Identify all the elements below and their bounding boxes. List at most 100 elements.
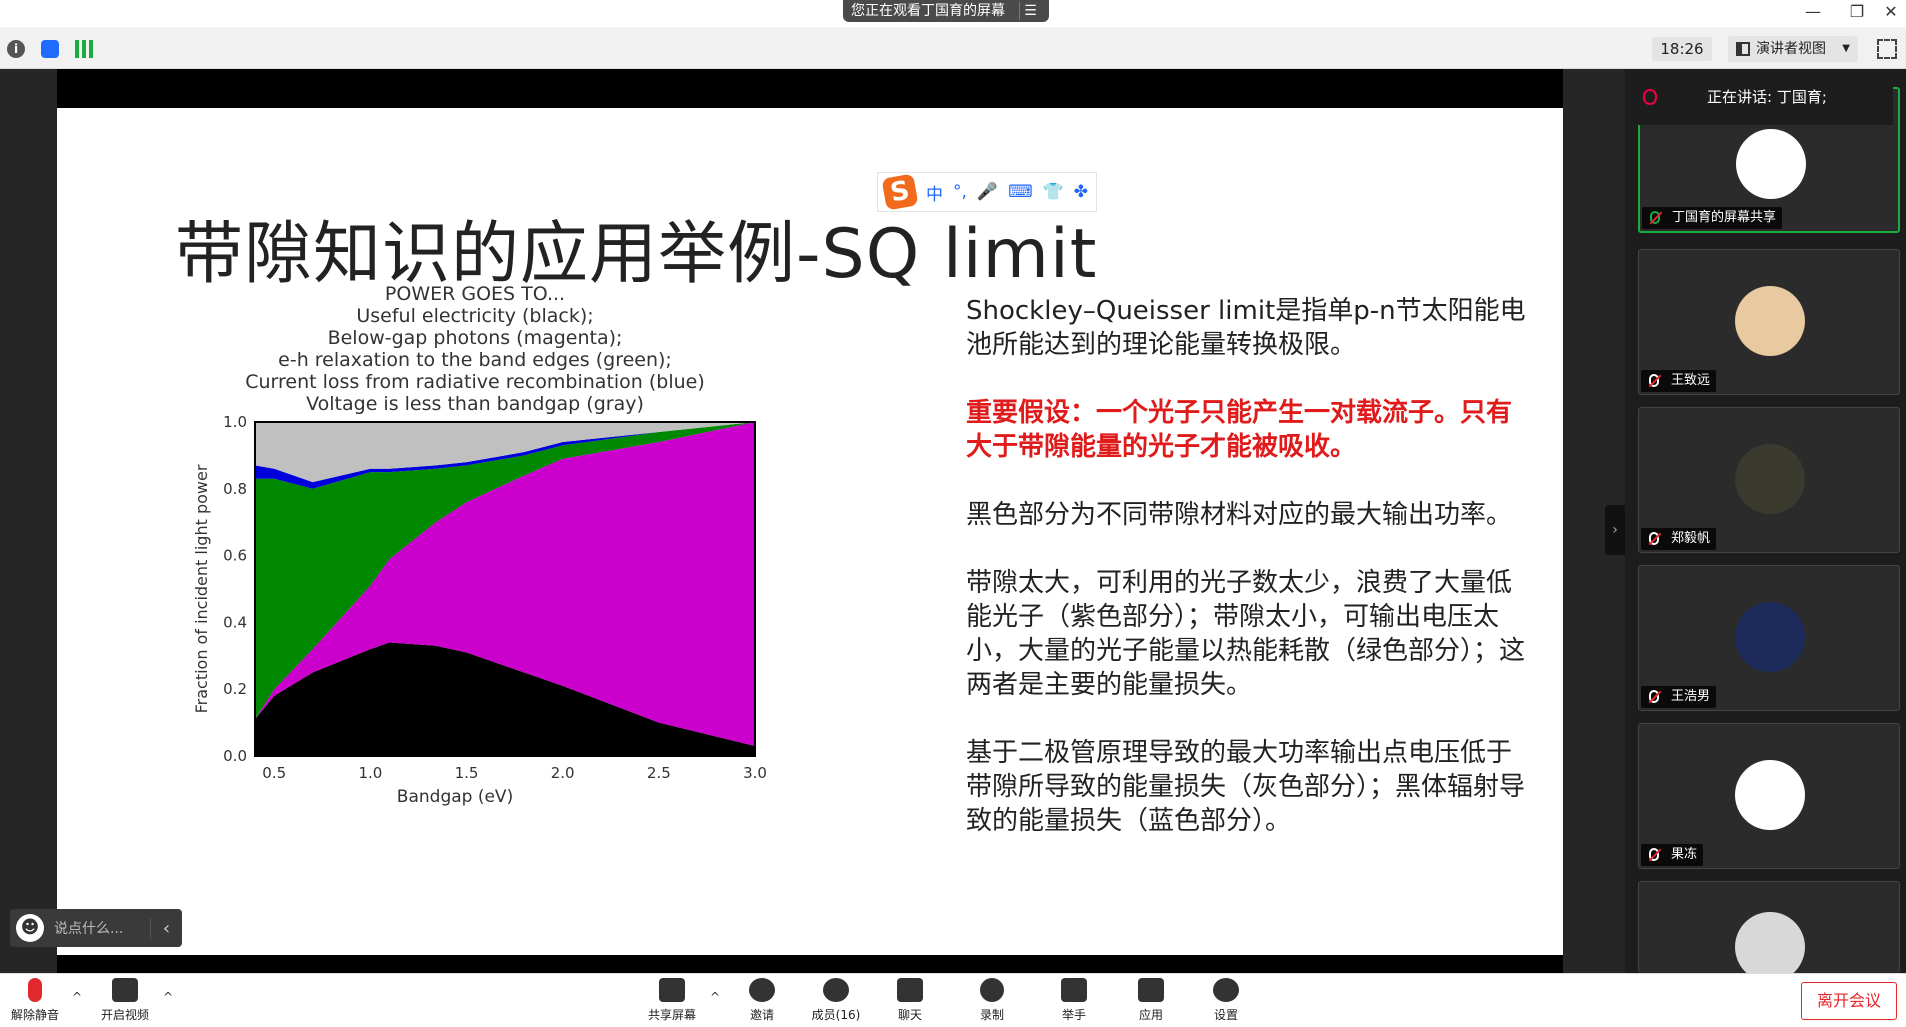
skin-icon[interactable]: 👕 — [1043, 182, 1064, 202]
start-video-label: 开启视频 — [100, 1008, 149, 1022]
y-tick-label: 0.8 — [223, 480, 247, 498]
title-bar: 您正在观看丁国育的屏幕 ☰ — ❐ ✕ — [0, 0, 1906, 27]
layout-icon — [1736, 42, 1750, 56]
meeting-window: 您正在观看丁国育的屏幕 ☰ — ❐ ✕ i 18:26 演讲者视图 ▼ 带隙知识… — [0, 0, 1906, 1027]
participant-tile[interactable] — [1638, 881, 1900, 982]
emoji-icon[interactable]: ☻ — [16, 914, 44, 942]
chevron-up-icon[interactable]: ^ — [72, 990, 82, 1004]
leave-meeting-button[interactable]: 离开会议 — [1801, 982, 1897, 1020]
settings-label: 设置 — [1213, 1008, 1238, 1022]
slide-text: Shockley–Queisser limit是指单p-n节太阳能电池所能达到的… — [966, 294, 1526, 872]
meeting-time: 18:26 — [1652, 37, 1712, 61]
keyboard-icon[interactable]: ⌨ — [1008, 182, 1033, 202]
share-screen-button[interactable]: 共享屏幕 — [637, 978, 707, 1023]
ime-toolbar[interactable]: S 中 °, 🎤 ⌨ 👕 ✤ — [877, 172, 1097, 212]
y-axis-label: Fraction of incident light power — [192, 464, 211, 713]
chevron-left-icon[interactable]: ‹ — [150, 917, 182, 939]
raise-hand-label: 举手 — [1061, 1008, 1086, 1022]
avatar — [1736, 129, 1806, 199]
hand-icon — [1061, 978, 1087, 1002]
members-label: 成员(16) — [811, 1008, 861, 1022]
avatar — [1735, 444, 1805, 514]
chart-title-line: Voltage is less than bandgap (gray) — [306, 393, 644, 415]
participant-tile[interactable]: 王致远 — [1638, 249, 1900, 395]
avatar — [1735, 602, 1805, 672]
chat-placeholder: 说点什么... — [54, 921, 124, 937]
participant-tile[interactable]: 王浩男 — [1638, 565, 1900, 711]
view-mode-label: 演讲者视图 — [1756, 41, 1826, 57]
participant-nametag: 郑毅帆 — [1641, 528, 1717, 550]
shared-screen: 带隙知识的应用举例-SQ limit S 中 °, 🎤 ⌨ 👕 ✤ POWER … — [0, 69, 1625, 973]
speaking-indicator: 正在讲话: 丁国育; — [1625, 69, 1893, 125]
bottom-toolbar: 解除静音 ^ 开启视频 ^ 共享屏幕 ^ 邀请 成员(16) 聊天 录制 举手 … — [0, 973, 1906, 1027]
record-label: 录制 — [979, 1008, 1004, 1022]
minimize-button[interactable]: — — [1802, 2, 1824, 24]
screen-share-icon — [1650, 211, 1660, 224]
chart-areas — [255, 422, 755, 756]
menu-icon[interactable]: ☰ — [1019, 2, 1041, 20]
ime-lang[interactable]: 中 — [926, 180, 943, 205]
y-tick-label: 0.0 — [223, 747, 247, 765]
invite-button[interactable]: 邀请 — [727, 978, 797, 1023]
ime-punct[interactable]: °, — [953, 182, 967, 202]
chat-button[interactable]: 聊天 — [875, 978, 945, 1023]
slide-paragraph-emphasis: 重要假设：一个光子只能产生一对载流子。只有大于带隙能量的光子才能被吸收。 — [966, 398, 1513, 462]
unmute-button[interactable]: 解除静音 — [0, 978, 70, 1023]
apps-icon — [1138, 978, 1164, 1002]
add-person-icon — [749, 978, 775, 1002]
chart-title-line: Useful electricity (black); — [356, 305, 593, 327]
x-tick-label: 3.0 — [743, 764, 767, 782]
slide-paragraph: Shockley–Queisser limit是指单p-n节太阳能电池所能达到的… — [966, 296, 1526, 360]
participants-panel: 正在讲话: 丁国育; 丁国育的屏幕共享 王致远 郑毅帆 王浩男 果冻 — [1625, 69, 1906, 982]
fullscreen-icon[interactable] — [1877, 39, 1897, 59]
apps-grid-icon[interactable]: ✤ — [1074, 182, 1088, 202]
record-icon — [980, 978, 1004, 1002]
chevron-up-icon[interactable]: ^ — [710, 990, 720, 1004]
avatar — [1735, 286, 1805, 356]
y-tick-label: 0.6 — [223, 547, 247, 565]
participant-name: 郑毅帆 — [1671, 531, 1711, 546]
panel-collapse-button[interactable]: › — [1605, 505, 1625, 555]
y-tick-label: 0.2 — [223, 680, 247, 698]
participant-tile[interactable]: 果冻 — [1638, 723, 1900, 869]
chart-title-line: Current loss from radiative recombinatio… — [245, 371, 705, 393]
microphone-muted-icon — [1649, 848, 1659, 861]
settings-button[interactable]: 设置 — [1191, 978, 1261, 1023]
members-button[interactable]: 成员(16) — [801, 978, 871, 1023]
chevron-up-icon[interactable]: ^ — [163, 990, 173, 1004]
raise-hand-button[interactable]: 举手 — [1039, 978, 1109, 1023]
slide-paragraph: 基于二极管原理导致的最大功率输出点电压低于带隙所导致的能量损失（灰色部分）；黑体… — [966, 738, 1526, 836]
participant-nametag: 丁国育的屏幕共享 — [1642, 207, 1783, 229]
chevron-down-icon: ▼ — [1842, 43, 1850, 54]
info-icon[interactable]: i — [7, 40, 25, 58]
close-button[interactable]: ✕ — [1880, 2, 1902, 24]
share-banner-text: 您正在观看丁国育的屏幕 — [851, 3, 1005, 19]
x-tick-label: 1.0 — [358, 764, 382, 782]
x-tick-label: 0.5 — [262, 764, 286, 782]
sogou-logo-icon: S — [881, 173, 919, 211]
y-tick-label: 0.4 — [223, 613, 247, 631]
participant-nametag: 王浩男 — [1641, 686, 1717, 708]
speaking-label: 正在讲话: 丁国育; — [1707, 88, 1827, 106]
record-button[interactable]: 录制 — [957, 978, 1027, 1023]
microphone-muted-icon — [28, 978, 42, 1002]
apps-button[interactable]: 应用 — [1116, 978, 1186, 1023]
sq-limit-chart: POWER GOES TO...Useful electricity (blac… — [192, 283, 767, 807]
slide-paragraph: 黑色部分为不同带隙材料对应的最大输出功率。 — [966, 500, 1513, 530]
signal-icon[interactable] — [75, 40, 93, 58]
participant-tile[interactable]: 郑毅帆 — [1638, 407, 1900, 553]
slide: 带隙知识的应用举例-SQ limit S 中 °, 🎤 ⌨ 👕 ✤ POWER … — [57, 108, 1563, 955]
chat-icon — [897, 978, 923, 1002]
view-mode-select[interactable]: 演讲者视图 ▼ — [1728, 36, 1858, 62]
chat-label: 聊天 — [897, 1008, 922, 1022]
restore-button[interactable]: ❐ — [1846, 2, 1868, 24]
start-video-button[interactable]: 开启视频 — [90, 978, 160, 1023]
chat-input[interactable]: ☻ 说点什么... ‹ — [10, 909, 182, 947]
shield-icon[interactable] — [41, 40, 59, 58]
avatar — [1735, 760, 1805, 830]
microphone-icon[interactable]: 🎤 — [977, 182, 998, 202]
share-banner[interactable]: 您正在观看丁国育的屏幕 ☰ — [843, 0, 1049, 22]
x-tick-label: 2.0 — [551, 764, 575, 782]
gear-icon — [1213, 978, 1239, 1002]
chart-title-line: POWER GOES TO... — [385, 283, 565, 305]
